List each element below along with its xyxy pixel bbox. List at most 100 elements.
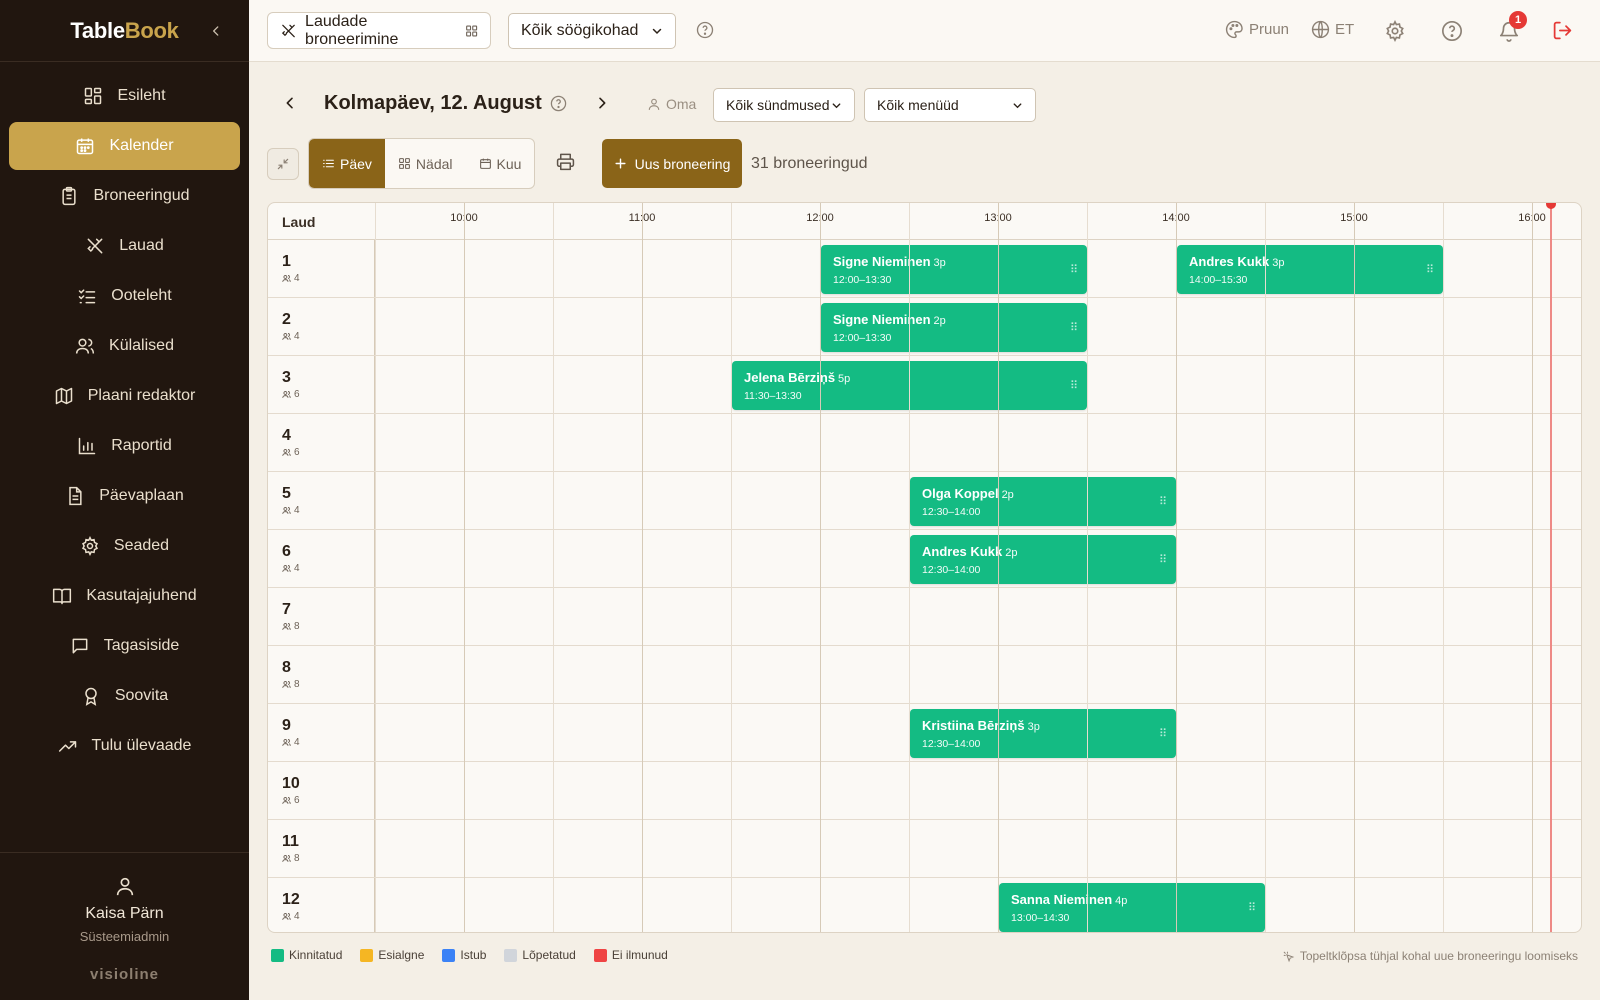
gear-icon [81, 536, 98, 556]
table-label[interactable]: 24 [268, 298, 375, 355]
venue-help-button[interactable] [696, 21, 714, 44]
theme-switcher[interactable]: Pruun [1225, 20, 1289, 39]
drag-handle-icon[interactable]: ⠿ [1426, 263, 1434, 276]
previous-day-button[interactable] [282, 95, 298, 116]
sidebar-item-ooteleht[interactable]: Ooteleht [9, 272, 240, 320]
capacity-value: 6 [294, 795, 300, 806]
table-number: 3 [282, 369, 291, 386]
booking-guest-name: Signe Nieminen [833, 254, 931, 269]
settings-button[interactable] [1384, 20, 1406, 42]
table-label[interactable]: 46 [268, 414, 375, 471]
booking-block[interactable]: Sanna Nieminen 4p 13:00–14:30 ⠿ [999, 883, 1265, 932]
notification-badge: 1 [1509, 11, 1527, 29]
new-booking-button[interactable]: Uus broneering [602, 139, 742, 188]
table-number: 5 [282, 485, 291, 502]
legend-label: Lõpetatud [522, 948, 576, 962]
chevron-right-icon [599, 97, 606, 109]
table-label[interactable]: 88 [268, 646, 375, 703]
table-label[interactable]: 11 8 [268, 820, 375, 877]
compress-view-button[interactable] [267, 148, 299, 180]
menus-filter-select[interactable]: Kõik menüüd [864, 88, 1036, 122]
drag-handle-icon[interactable]: ⠿ [1070, 321, 1078, 334]
language-switcher[interactable]: ET [1311, 20, 1354, 39]
table-label[interactable]: 12 4 [268, 878, 375, 932]
booking-block[interactable]: Signe Nieminen 3p 12:00–13:30 ⠿ [821, 245, 1087, 294]
table-label[interactable]: 36 [268, 356, 375, 413]
users-icon [282, 623, 291, 630]
table-capacity: 4 [282, 273, 300, 284]
module-switcher-button[interactable]: Laudade broneerimine [267, 12, 491, 49]
sidebar-item-soovita[interactable]: Soovita [9, 672, 240, 720]
legend-label: Istub [460, 948, 487, 962]
next-day-button[interactable] [594, 95, 610, 116]
drag-handle-icon[interactable]: ⠿ [1159, 495, 1167, 508]
view-month-button[interactable]: Kuu [466, 139, 534, 188]
logout-button[interactable] [1552, 20, 1573, 41]
drag-handle-icon[interactable]: ⠿ [1070, 263, 1078, 276]
brand-logo[interactable]: TableBook [70, 18, 178, 44]
sidebar-item-kulalised[interactable]: Külalised [9, 322, 240, 370]
collapse-sidebar-button[interactable] [205, 20, 227, 42]
view-day-label: Päev [340, 155, 372, 172]
drag-handle-icon[interactable]: ⠿ [1248, 901, 1256, 914]
users-icon [282, 855, 291, 862]
chevron-down-icon [832, 102, 841, 108]
calendar-grid[interactable]: Laud 10:0011:0012:0013:0014:0015:0016:00… [267, 202, 1582, 933]
booking-block[interactable]: Olga Koppel 2p 12:30–14:00 ⠿ [910, 477, 1176, 526]
date-help-button[interactable] [550, 95, 567, 117]
users-icon [282, 275, 291, 282]
booking-block[interactable]: Andres Kukk 2p 12:30–14:00 ⠿ [910, 535, 1176, 584]
table-label[interactable]: 94 [268, 704, 375, 761]
events-filter-select[interactable]: Kõik sündmused [713, 88, 855, 122]
topbar: Laudade broneerimine Kõik söögikohad Pru… [249, 0, 1600, 62]
sidebar-item-seaded[interactable]: Seaded [9, 522, 240, 570]
help-button[interactable] [1441, 20, 1463, 42]
globe-icon [1311, 20, 1330, 39]
sidebar-item-lauad[interactable]: Lauad [9, 222, 240, 270]
legend-item: Istub [442, 948, 486, 962]
drag-handle-icon[interactable]: ⠿ [1070, 379, 1078, 392]
venue-select[interactable]: Kõik söögikohad [508, 13, 676, 49]
table-label[interactable]: 14 [268, 240, 375, 297]
booking-block[interactable]: Kristiina Bērziņš 3p 12:30–14:00 ⠿ [910, 709, 1176, 758]
print-button[interactable] [556, 152, 575, 176]
capacity-value: 8 [294, 853, 300, 864]
table-label[interactable]: 54 [268, 472, 375, 529]
table-capacity: 8 [282, 621, 300, 632]
own-bookings-toggle[interactable]: Oma [647, 96, 696, 112]
user-profile[interactable]: Kaisa Pärn Süsteemiadmin visioline [0, 852, 249, 1000]
table-label[interactable]: 10 6 [268, 762, 375, 819]
sidebar-item-kasutajajuhend[interactable]: Kasutajajuhend [9, 572, 240, 620]
table-capacity: 4 [282, 331, 300, 342]
sidebar: TableBook Esileht Kalender Broneeringud … [0, 0, 249, 1000]
table-number: 12 [282, 891, 300, 908]
notifications-button[interactable]: 1 [1498, 11, 1527, 42]
table-label[interactable]: 64 [268, 530, 375, 587]
drag-handle-icon[interactable]: ⠿ [1159, 553, 1167, 566]
view-week-button[interactable]: Nädal [385, 139, 466, 188]
sidebar-item-plaani-redaktor[interactable]: Plaani redaktor [9, 372, 240, 420]
sidebar-item-label: Broneeringud [93, 187, 190, 204]
printer-icon [556, 153, 575, 171]
drag-handle-icon[interactable]: ⠿ [1159, 727, 1167, 740]
table-number: 11 [282, 833, 299, 850]
user-icon [648, 98, 660, 110]
sidebar-item-tagasiside[interactable]: Tagasiside [9, 622, 240, 670]
table-number: 2 [282, 311, 291, 328]
sidebar-item-kalender[interactable]: Kalender [9, 122, 240, 170]
capacity-value: 8 [294, 679, 300, 690]
sidebar-item-esileht[interactable]: Esileht [9, 72, 240, 120]
view-day-button[interactable]: Päev [309, 139, 385, 188]
booking-block[interactable]: Andres Kukk 3p 14:00–15:30 ⠿ [1177, 245, 1443, 294]
user-role: Süsteemiadmin [79, 929, 170, 944]
table-label[interactable]: 78 [268, 588, 375, 645]
chevron-down-icon [1013, 102, 1022, 108]
capacity-value: 6 [294, 447, 300, 458]
status-legend: Kinnitatud Esialgne Istub Lõpetatud Ei ilmun… [271, 948, 668, 962]
booking-block[interactable]: Signe Nieminen 2p 12:00–13:30 ⠿ [821, 303, 1087, 352]
sidebar-item-raportid[interactable]: Raportid [9, 422, 240, 470]
map-icon [55, 387, 72, 405]
sidebar-item-broneeringud[interactable]: Broneeringud [9, 172, 240, 220]
sidebar-item-paevaplaan[interactable]: Päevaplaan [9, 472, 240, 520]
sidebar-item-tulu-ulevaade[interactable]: Tulu ülevaade [9, 722, 240, 770]
